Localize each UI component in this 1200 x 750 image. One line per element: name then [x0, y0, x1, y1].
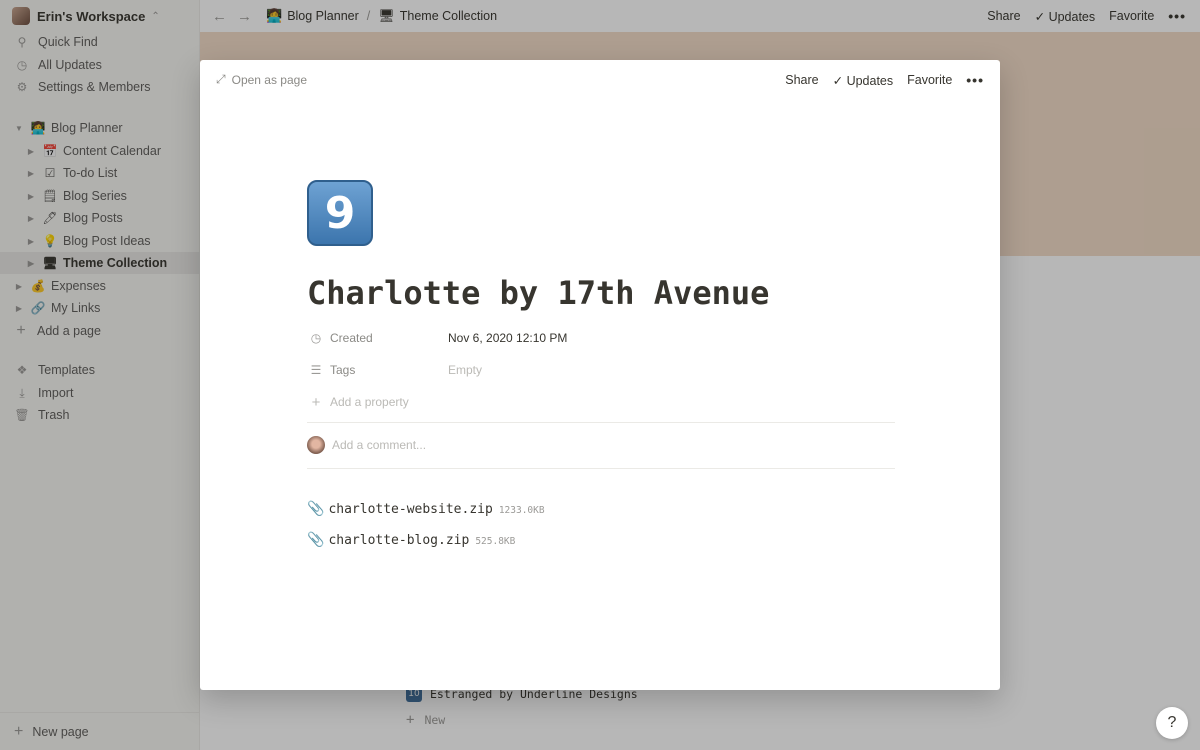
updates-label: Updates: [846, 73, 894, 88]
page-title[interactable]: Charlotte by 17th Avenue: [307, 274, 769, 312]
list-icon: ☰: [310, 363, 322, 377]
paperclip-icon: 📎: [307, 500, 325, 516]
page-peek-modal: ⤢ Open as page Share ✓ Updates Favorite …: [200, 60, 1000, 690]
comment-input[interactable]: Add a comment...: [307, 436, 426, 454]
expand-icon: ⤢: [216, 72, 226, 86]
favorite-button[interactable]: Favorite: [907, 73, 952, 87]
property-value[interactable]: Empty: [448, 363, 482, 377]
modal-actions: Share ✓ Updates Favorite •••: [785, 72, 984, 88]
keycap-nine-icon[interactable]: 9: [307, 180, 373, 246]
file-attachment[interactable]: 📎 charlotte-blog.zip 525.8KB: [307, 531, 515, 548]
add-property-button[interactable]: + Add a property: [307, 389, 897, 415]
divider: [307, 422, 895, 423]
add-property-label: Add a property: [330, 395, 409, 409]
property-label: Tags: [330, 363, 356, 377]
open-as-page-button[interactable]: ⤢ Open as page: [216, 72, 307, 87]
file-name: charlotte-website.zip: [328, 502, 493, 517]
file-size: 1233.0KB: [498, 505, 545, 516]
file-size: 525.8KB: [475, 536, 516, 547]
avatar: [307, 436, 325, 454]
share-button[interactable]: Share: [785, 73, 818, 87]
check-icon: ✓: [832, 73, 847, 88]
plus-icon: +: [311, 393, 321, 411]
updates-button[interactable]: ✓ Updates: [833, 73, 894, 88]
file-name: charlotte-blog.zip: [328, 533, 470, 548]
property-label: Created: [330, 331, 373, 345]
paperclip-icon: 📎: [307, 531, 325, 547]
more-icon[interactable]: •••: [966, 72, 984, 88]
property-value: Nov 6, 2020 12:10 PM: [448, 331, 568, 345]
clock-icon: ◷: [310, 331, 322, 345]
help-button[interactable]: ?: [1156, 707, 1188, 739]
property-tags[interactable]: ☰ Tags Empty: [307, 357, 897, 383]
comment-placeholder: Add a comment...: [332, 438, 427, 452]
open-as-page-label: Open as page: [231, 72, 308, 87]
property-created[interactable]: ◷ Created Nov 6, 2020 12:10 PM: [307, 325, 897, 351]
file-attachment[interactable]: 📎 charlotte-website.zip 1233.0KB: [307, 500, 545, 517]
divider: [307, 468, 895, 469]
